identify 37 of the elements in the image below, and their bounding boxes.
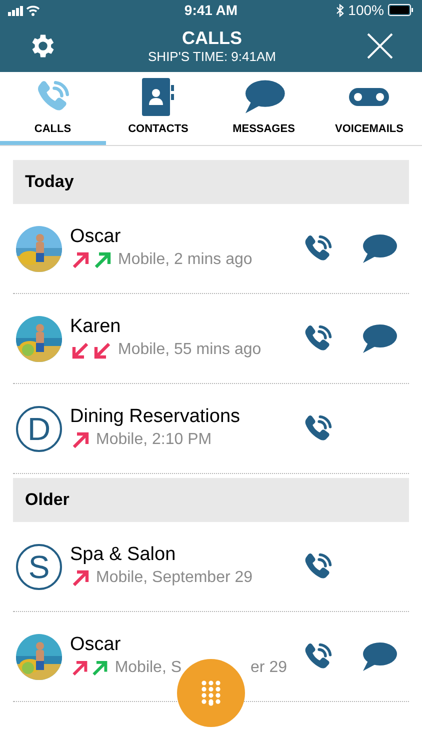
call-detail: Mobile, September 29 xyxy=(96,568,253,588)
speech-bubble-icon xyxy=(360,640,398,672)
contact-name: Oscar xyxy=(70,224,122,248)
bluetooth-icon xyxy=(336,4,344,16)
call-row[interactable]: S Spa & Salon Mobile, September 29 xyxy=(13,522,409,612)
call-row[interactable]: Oscar Mobile, 2 mins ago xyxy=(13,204,409,294)
tab[interactable]: VOICEMAILS xyxy=(316,72,422,145)
dialpad-icon xyxy=(200,680,222,706)
call-detail: Mobile, 2:10 PM xyxy=(96,430,212,450)
call-row[interactable]: D Dining Reservations Mobile, 2:10 PM xyxy=(13,384,409,474)
ship-time: SHIP'S TIME: 9:41AM xyxy=(148,49,276,66)
contact-name: Dining Reservations xyxy=(70,404,242,428)
wifi-icon xyxy=(26,4,40,16)
status-time: 9:41 AM xyxy=(184,0,238,20)
letter-avatar: D xyxy=(16,406,62,452)
letter-avatar: S xyxy=(16,544,62,590)
call-detail: er 29 xyxy=(250,658,287,678)
tab[interactable]: CONTACTS xyxy=(106,72,211,145)
tab[interactable]: MESSAGES xyxy=(211,72,316,145)
contact-name: Spa & Salon xyxy=(70,542,177,566)
call-row[interactable]: Karen Mobile, 55 mins ago xyxy=(13,294,409,384)
header-title: CALLS xyxy=(182,26,242,50)
speech-bubble-icon xyxy=(360,232,398,264)
speech-bubble-icon xyxy=(360,322,398,354)
contact-name: Karen xyxy=(70,314,122,338)
section-header: Today xyxy=(13,160,409,204)
battery-icon xyxy=(388,4,414,16)
address-book-icon xyxy=(140,76,176,116)
battery-percent: 100% xyxy=(348,0,384,20)
tab[interactable]: CALLS xyxy=(0,72,106,145)
section-header: Older xyxy=(13,478,409,522)
call-detail: Mobile, 2 mins ago xyxy=(118,250,252,270)
close-icon[interactable] xyxy=(366,32,394,60)
contact-name: Oscar xyxy=(70,632,122,656)
signal-icon xyxy=(8,6,24,16)
call-detail: Mobile, 55 mins ago xyxy=(118,340,262,360)
call-detail: Mobile, S xyxy=(114,658,182,678)
